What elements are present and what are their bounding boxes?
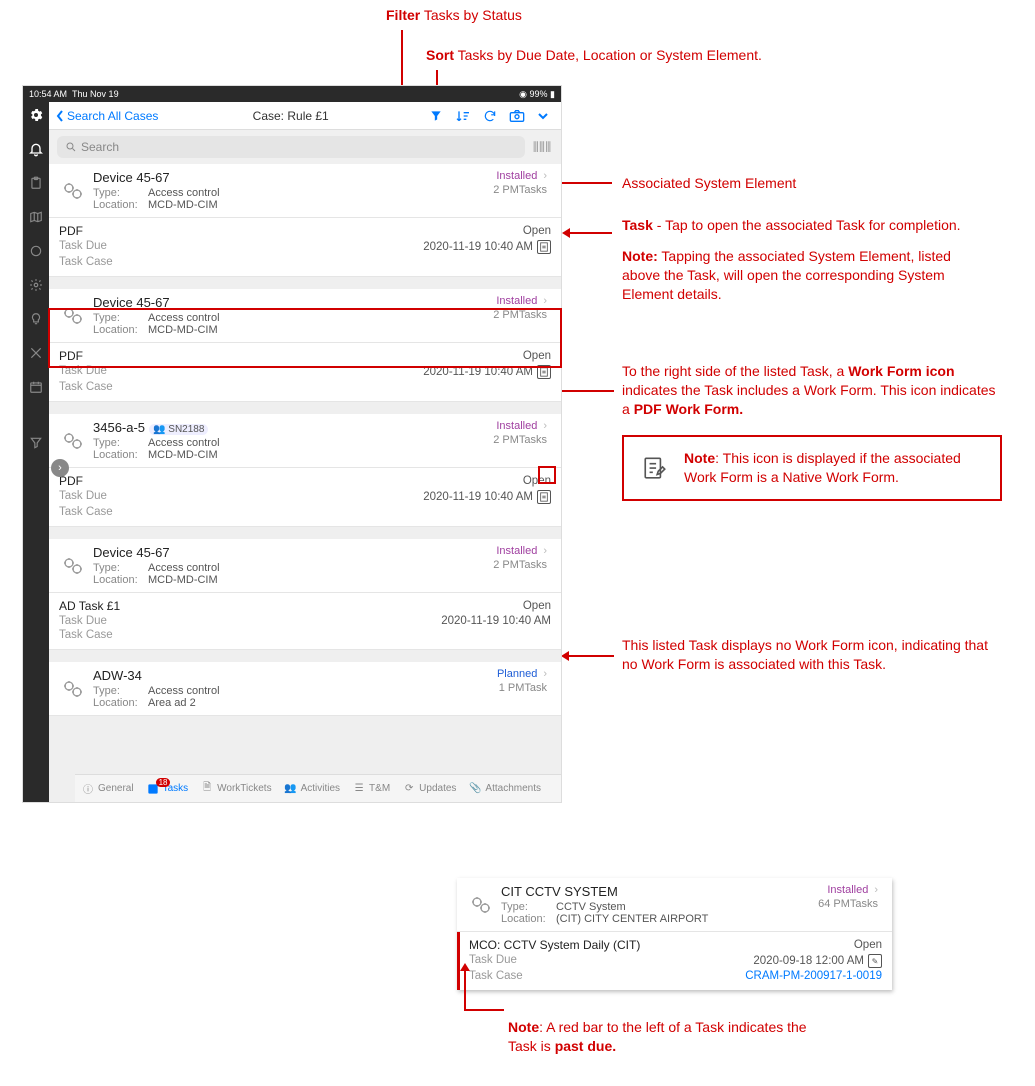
map-icon[interactable] — [27, 208, 45, 226]
device-header[interactable]: Device 45-67 Type:Access control Locatio… — [49, 289, 561, 343]
chevron-right-icon: › — [543, 545, 547, 557]
task-case-link[interactable]: CRAM-PM-200917-1-0019 — [745, 970, 882, 982]
past-due-indicator — [457, 932, 460, 990]
mini-task-row[interactable]: MCO: CCTV System Daily (CIT)Open Task Du… — [457, 932, 892, 990]
task-row[interactable]: PDFOpen Task Due2020-11-19 10:40 AM Task… — [49, 468, 561, 527]
barcode-icon[interactable]: ⦀⦀⦀ — [531, 137, 553, 157]
annotation-assoc-element: Associated System Element — [622, 174, 796, 193]
chevron-right-icon: › — [543, 420, 547, 432]
serial-badge: 👥 SN2188 — [149, 424, 208, 435]
sort-button[interactable] — [449, 109, 477, 123]
gears-icon — [59, 545, 87, 586]
status-badge: Installed — [496, 295, 537, 307]
gears-icon — [59, 420, 87, 461]
annotation-filter: Filter Tasks by Status — [386, 6, 522, 25]
device-header[interactable]: Device 45-67 Type:Access control Locatio… — [49, 164, 561, 218]
note-native-workform: Note: This icon is displayed if the asso… — [622, 435, 1002, 501]
annotation-task-arrow — [570, 232, 612, 234]
tab-activities[interactable]: 👥Activities — [278, 782, 346, 796]
tab-attachments[interactable]: 📎Attachments — [462, 782, 547, 796]
search-icon — [65, 141, 77, 153]
bell-icon[interactable] — [27, 140, 45, 158]
device-name: ADW-34 — [93, 668, 497, 683]
circle-icon[interactable] — [27, 242, 45, 260]
phone-screenshot: 10:54 AM Thu Nov 19 ◉ 99% ▮ Search All C… — [22, 85, 562, 803]
gears-icon — [59, 295, 87, 336]
tab-worktickets[interactable]: 🗎WorkTickets — [194, 782, 277, 796]
gears-icon — [59, 170, 87, 211]
left-sidebar — [23, 102, 49, 802]
mini-device-name: CIT CCTV SYSTEM — [501, 884, 818, 899]
page-title: Case: Rule £1 — [158, 109, 423, 123]
tab-tm[interactable]: ☰T&M — [346, 782, 396, 796]
tab-tasks[interactable]: 18Tasks — [140, 782, 195, 796]
camera-button[interactable] — [503, 109, 531, 123]
funnel-icon[interactable] — [27, 434, 45, 452]
annotation-task: Task - Tap to open the associated Task f… — [622, 216, 992, 304]
tools-icon[interactable] — [27, 344, 45, 362]
annotation-pastdue-bar-arrow-h — [464, 1009, 504, 1011]
native-form-icon: ✎ — [868, 954, 882, 968]
annotation-pastdue-bar-arrow-v — [464, 971, 466, 1011]
bottom-tabbar: ⓘGeneral 18Tasks 🗎WorkTickets 👥Activitie… — [75, 774, 561, 802]
clipboard-icon[interactable] — [27, 174, 45, 192]
annotation-noworkform-arrow — [569, 655, 614, 657]
device-header[interactable]: ADW-34 Type:Access control Location:Area… — [49, 662, 561, 716]
ios-status-bar: 10:54 AM Thu Nov 19 ◉ 99% ▮ — [23, 86, 561, 102]
task-row[interactable]: AD Task £1Open Task Due2020-11-19 10:40 … — [49, 593, 561, 650]
chevron-right-icon: › — [543, 170, 547, 182]
status-badge: Installed — [496, 420, 537, 432]
topbar: Search All Cases Case: Rule £1 — [49, 102, 561, 130]
task-list[interactable]: Device 45-67 Type:Access control Locatio… — [49, 164, 561, 802]
status-badge: Installed — [496, 170, 537, 182]
back-button[interactable]: Search All Cases — [55, 109, 158, 123]
bulb-icon[interactable] — [27, 310, 45, 328]
gears-icon — [467, 884, 495, 925]
native-form-icon — [642, 455, 668, 481]
annotation-pastdue: Note: A red bar to the left of a Task in… — [508, 1018, 828, 1056]
gear-small-icon[interactable] — [27, 276, 45, 294]
pdf-form-icon — [537, 240, 551, 254]
chevron-right-icon: › — [543, 668, 547, 680]
device-name: Device 45-67 — [93, 545, 493, 560]
calendar-icon[interactable] — [27, 378, 45, 396]
status-badge: Planned — [497, 668, 537, 680]
device-header[interactable]: Device 45-67 Type:Access control Locatio… — [49, 539, 561, 593]
chevron-right-icon: › — [543, 295, 547, 307]
status-badge: Installed — [827, 884, 868, 896]
annotation-noworkform: This listed Task displays no Work Form i… — [622, 636, 997, 674]
main-content: Search All Cases Case: Rule £1 Search ⦀⦀… — [49, 102, 561, 802]
task-row[interactable]: PDFOpen Task Due2020-11-19 10:40 AM Task… — [49, 218, 561, 277]
refresh-button[interactable] — [477, 109, 503, 123]
pdf-form-icon — [537, 490, 551, 504]
tab-general[interactable]: ⓘGeneral — [75, 782, 140, 796]
search-bar: Search ⦀⦀⦀ — [49, 130, 561, 164]
search-input[interactable]: Search — [57, 136, 525, 158]
gear-icon[interactable] — [27, 106, 45, 124]
more-button[interactable] — [531, 112, 555, 120]
status-badge: Installed — [496, 545, 537, 557]
task-row[interactable]: PDFOpen Task Due2020-11-19 10:40 AM Task… — [49, 343, 561, 402]
chevron-right-icon: › — [874, 884, 878, 896]
pdf-form-icon — [537, 365, 551, 379]
annotation-sort: Sort Tasks by Due Date, Location or Syst… — [426, 46, 762, 65]
mini-task-card: CIT CCTV SYSTEM Type:CCTV System Locatio… — [457, 878, 892, 990]
chevron-left-icon — [55, 110, 65, 122]
filter-button[interactable] — [423, 109, 449, 123]
device-name: Device 45-67 — [93, 295, 493, 310]
device-name: Device 45-67 — [93, 170, 493, 185]
annotation-workform-arrow — [562, 390, 614, 392]
annotation-workform: To the right side of the listed Task, a … — [622, 362, 1007, 419]
device-name: 3456-a-5👥 SN2188 — [93, 420, 493, 435]
device-header[interactable]: 3456-a-5👥 SN2188 Type:Access control Loc… — [49, 414, 561, 468]
tab-updates[interactable]: ⟳Updates — [396, 782, 462, 796]
disclose-button[interactable]: › — [51, 459, 69, 477]
gears-icon — [59, 668, 87, 709]
